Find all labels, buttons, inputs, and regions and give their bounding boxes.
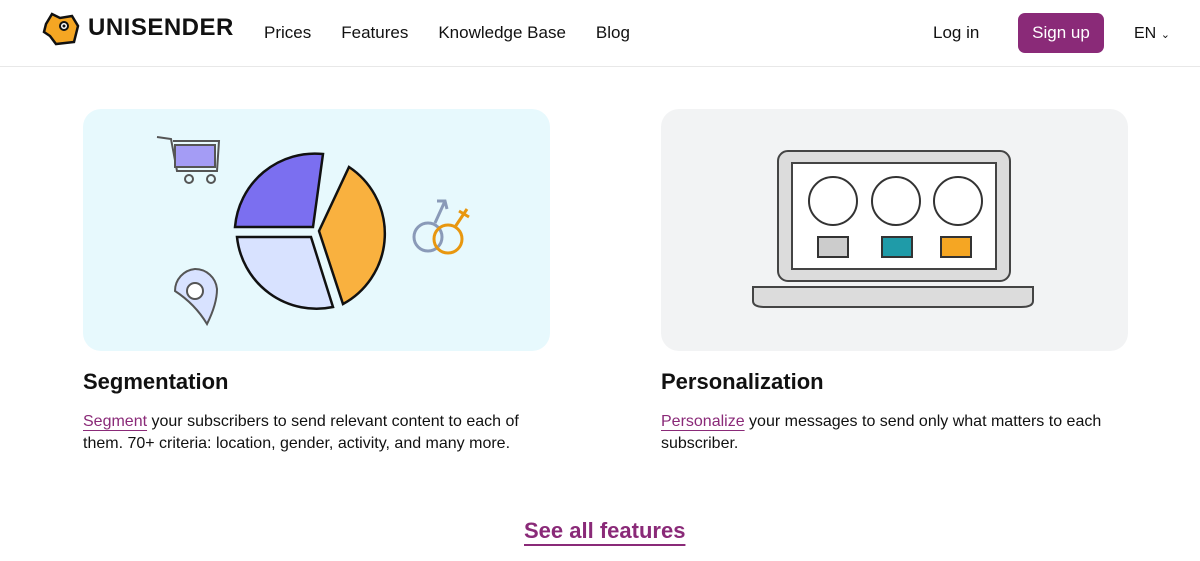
location-pin-icon (173, 267, 219, 327)
signup-button[interactable]: Sign up (1018, 13, 1104, 53)
segmentation-illustration (83, 109, 550, 351)
language-label: EN (1134, 25, 1157, 42)
avatars-icon (808, 176, 983, 226)
login-link[interactable]: Log in (933, 23, 979, 43)
feature-title-personalization: Personalization (661, 369, 824, 394)
shopping-cart-icon (156, 136, 221, 184)
chevron-down-icon: ⌄ (1160, 29, 1170, 41)
gender-icon (412, 199, 470, 255)
feature-desc-personalization: Personalize your messages to send only w… (661, 411, 1131, 455)
header: UNISENDER Prices Features Knowledge Base… (0, 0, 1200, 67)
language-selector[interactable]: EN ⌄ (1134, 25, 1170, 43)
dog-logo-icon (42, 12, 80, 46)
feature-title-segmentation: Segmentation (83, 369, 229, 394)
see-all-features-link[interactable]: See all features (524, 518, 685, 544)
logo[interactable]: UNISENDER (42, 10, 234, 46)
laptop-icon (752, 150, 1034, 308)
feature-desc-segmentation: Segment your subscribers to send relevan… (83, 411, 553, 455)
nav-blog[interactable]: Blog (596, 23, 630, 43)
nav-features[interactable]: Features (341, 23, 408, 43)
envelope-icons (817, 236, 972, 258)
personalize-link[interactable]: Personalize (661, 413, 745, 430)
nav-prices[interactable]: Prices (264, 23, 311, 43)
feature-text: your subscribers to send relevant conten… (83, 413, 519, 452)
segment-link[interactable]: Segment (83, 413, 147, 430)
main-nav: Prices Features Knowledge Base Blog (264, 23, 630, 43)
pie-chart-icon (233, 152, 387, 310)
nav-knowledge-base[interactable]: Knowledge Base (438, 23, 566, 43)
brand-name: UNISENDER (88, 14, 234, 41)
personalization-illustration (661, 109, 1128, 351)
